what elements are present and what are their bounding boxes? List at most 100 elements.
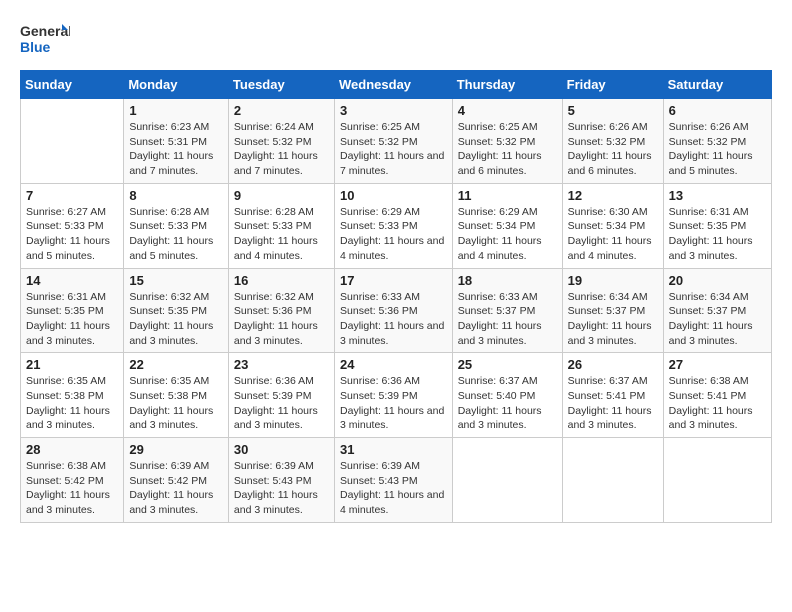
weekday-header-sunday: Sunday — [21, 71, 124, 99]
calendar-cell: 31 Sunrise: 6:39 AMSunset: 5:43 PMDayligh… — [335, 438, 453, 523]
day-info: Sunrise: 6:37 AMSunset: 5:40 PMDaylight:… — [458, 374, 557, 433]
calendar-cell: 27 Sunrise: 6:38 AMSunset: 5:41 PMDayligh… — [663, 353, 771, 438]
calendar-cell: 26Sunrise: 6:37 AMSunset: 5:41 PMDayligh… — [562, 353, 663, 438]
day-number: 5 — [568, 103, 658, 118]
day-number: 23 — [234, 357, 329, 372]
day-number: 6 — [669, 103, 766, 118]
calendar-cell: 1 Sunrise: 6:23 AMSunset: 5:31 PMDaylight… — [124, 99, 229, 184]
day-number: 17 — [340, 273, 447, 288]
weekday-header-thursday: Thursday — [452, 71, 562, 99]
day-info: Sunrise: 6:34 AMSunset: 5:37 PMDaylight:… — [669, 290, 766, 349]
day-info: Sunrise: 6:31 AMSunset: 5:35 PMDaylight:… — [669, 205, 766, 264]
day-number: 4 — [458, 103, 557, 118]
calendar-cell: 29 Sunrise: 6:39 AMSunset: 5:42 PMDayligh… — [124, 438, 229, 523]
day-info: Sunrise: 6:36 AMSunset: 5:39 PMDaylight:… — [234, 374, 329, 433]
day-info: Sunrise: 6:37 AMSunset: 5:41 PMDaylight:… — [568, 374, 658, 433]
day-info: Sunrise: 6:32 AMSunset: 5:36 PMDaylight:… — [234, 290, 329, 349]
day-number: 22 — [129, 357, 223, 372]
day-info: Sunrise: 6:38 AMSunset: 5:41 PMDaylight:… — [669, 374, 766, 433]
day-info: Sunrise: 6:39 AMSunset: 5:42 PMDaylight:… — [129, 459, 223, 518]
day-number: 30 — [234, 442, 329, 457]
calendar-cell — [21, 99, 124, 184]
calendar-cell: 18 Sunrise: 6:33 AMSunset: 5:37 PMDayligh… — [452, 268, 562, 353]
day-info: Sunrise: 6:28 AMSunset: 5:33 PMDaylight:… — [129, 205, 223, 264]
day-info: Sunrise: 6:23 AMSunset: 5:31 PMDaylight:… — [129, 120, 223, 179]
day-info: Sunrise: 6:31 AMSunset: 5:35 PMDaylight:… — [26, 290, 118, 349]
calendar-cell: 9 Sunrise: 6:28 AMSunset: 5:33 PMDaylight… — [228, 183, 334, 268]
day-number: 31 — [340, 442, 447, 457]
day-number: 12 — [568, 188, 658, 203]
calendar-cell: 21 Sunrise: 6:35 AMSunset: 5:38 PMDayligh… — [21, 353, 124, 438]
calendar-cell: 3 Sunrise: 6:25 AMSunset: 5:32 PMDaylight… — [335, 99, 453, 184]
calendar-table: SundayMondayTuesdayWednesdayThursdayFrid… — [20, 70, 772, 523]
calendar-cell: 23 Sunrise: 6:36 AMSunset: 5:39 PMDayligh… — [228, 353, 334, 438]
calendar-cell — [452, 438, 562, 523]
calendar-cell: 20 Sunrise: 6:34 AMSunset: 5:37 PMDayligh… — [663, 268, 771, 353]
day-number: 11 — [458, 188, 557, 203]
weekday-header-friday: Friday — [562, 71, 663, 99]
page-header: General Blue — [20, 20, 772, 60]
calendar-cell: 28 Sunrise: 6:38 AMSunset: 5:42 PMDayligh… — [21, 438, 124, 523]
day-number: 24 — [340, 357, 447, 372]
day-info: Sunrise: 6:38 AMSunset: 5:42 PMDaylight:… — [26, 459, 118, 518]
day-number: 15 — [129, 273, 223, 288]
day-info: Sunrise: 6:30 AMSunset: 5:34 PMDaylight:… — [568, 205, 658, 264]
day-info: Sunrise: 6:33 AMSunset: 5:37 PMDaylight:… — [458, 290, 557, 349]
day-number: 18 — [458, 273, 557, 288]
calendar-cell: 22 Sunrise: 6:35 AMSunset: 5:38 PMDayligh… — [124, 353, 229, 438]
day-info: Sunrise: 6:35 AMSunset: 5:38 PMDaylight:… — [26, 374, 118, 433]
calendar-cell: 15 Sunrise: 6:32 AMSunset: 5:35 PMDayligh… — [124, 268, 229, 353]
calendar-cell — [562, 438, 663, 523]
day-info: Sunrise: 6:32 AMSunset: 5:35 PMDaylight:… — [129, 290, 223, 349]
day-number: 20 — [669, 273, 766, 288]
calendar-cell: 19 Sunrise: 6:34 AMSunset: 5:37 PMDayligh… — [562, 268, 663, 353]
calendar-cell: 17 Sunrise: 6:33 AMSunset: 5:36 PMDayligh… — [335, 268, 453, 353]
day-info: Sunrise: 6:34 AMSunset: 5:37 PMDaylight:… — [568, 290, 658, 349]
day-number: 19 — [568, 273, 658, 288]
calendar-cell — [663, 438, 771, 523]
day-info: Sunrise: 6:33 AMSunset: 5:36 PMDaylight:… — [340, 290, 447, 349]
calendar-cell: 5 Sunrise: 6:26 AMSunset: 5:32 PMDaylight… — [562, 99, 663, 184]
day-info: Sunrise: 6:25 AMSunset: 5:32 PMDaylight:… — [340, 120, 447, 179]
day-number: 29 — [129, 442, 223, 457]
day-info: Sunrise: 6:28 AMSunset: 5:33 PMDaylight:… — [234, 205, 329, 264]
calendar-week-row: 14Sunrise: 6:31 AMSunset: 5:35 PMDayligh… — [21, 268, 772, 353]
weekday-header-saturday: Saturday — [663, 71, 771, 99]
weekday-header-wednesday: Wednesday — [335, 71, 453, 99]
calendar-cell: 11Sunrise: 6:29 AMSunset: 5:34 PMDayligh… — [452, 183, 562, 268]
calendar-cell: 14Sunrise: 6:31 AMSunset: 5:35 PMDayligh… — [21, 268, 124, 353]
day-info: Sunrise: 6:26 AMSunset: 5:32 PMDaylight:… — [669, 120, 766, 179]
day-number: 25 — [458, 357, 557, 372]
calendar-cell: 30 Sunrise: 6:39 AMSunset: 5:43 PMDayligh… — [228, 438, 334, 523]
calendar-cell: 7 Sunrise: 6:27 AMSunset: 5:33 PMDaylight… — [21, 183, 124, 268]
day-number: 10 — [340, 188, 447, 203]
svg-text:Blue: Blue — [20, 39, 51, 55]
day-number: 16 — [234, 273, 329, 288]
day-info: Sunrise: 6:39 AMSunset: 5:43 PMDaylight:… — [234, 459, 329, 518]
day-info: Sunrise: 6:26 AMSunset: 5:32 PMDaylight:… — [568, 120, 658, 179]
day-info: Sunrise: 6:39 AMSunset: 5:43 PMDaylight:… — [340, 459, 447, 518]
day-number: 3 — [340, 103, 447, 118]
calendar-cell: 4 Sunrise: 6:25 AMSunset: 5:32 PMDaylight… — [452, 99, 562, 184]
calendar-cell: 10 Sunrise: 6:29 AMSunset: 5:33 PMDayligh… — [335, 183, 453, 268]
weekday-header-row: SundayMondayTuesdayWednesdayThursdayFrid… — [21, 71, 772, 99]
day-number: 7 — [26, 188, 118, 203]
day-info: Sunrise: 6:35 AMSunset: 5:38 PMDaylight:… — [129, 374, 223, 433]
day-number: 27 — [669, 357, 766, 372]
day-number: 28 — [26, 442, 118, 457]
day-number: 1 — [129, 103, 223, 118]
day-number: 21 — [26, 357, 118, 372]
day-info: Sunrise: 6:36 AMSunset: 5:39 PMDaylight:… — [340, 374, 447, 433]
calendar-cell: 12 Sunrise: 6:30 AMSunset: 5:34 PMDayligh… — [562, 183, 663, 268]
calendar-cell: 13Sunrise: 6:31 AMSunset: 5:35 PMDayligh… — [663, 183, 771, 268]
calendar-week-row: 1 Sunrise: 6:23 AMSunset: 5:31 PMDaylight… — [21, 99, 772, 184]
day-info: Sunrise: 6:25 AMSunset: 5:32 PMDaylight:… — [458, 120, 557, 179]
logo-svg: General Blue — [20, 20, 70, 60]
day-info: Sunrise: 6:27 AMSunset: 5:33 PMDaylight:… — [26, 205, 118, 264]
day-number: 8 — [129, 188, 223, 203]
day-number: 9 — [234, 188, 329, 203]
calendar-week-row: 28 Sunrise: 6:38 AMSunset: 5:42 PMDayligh… — [21, 438, 772, 523]
logo: General Blue — [20, 20, 70, 60]
day-info: Sunrise: 6:29 AMSunset: 5:33 PMDaylight:… — [340, 205, 447, 264]
calendar-cell: 2Sunrise: 6:24 AMSunset: 5:32 PMDaylight… — [228, 99, 334, 184]
